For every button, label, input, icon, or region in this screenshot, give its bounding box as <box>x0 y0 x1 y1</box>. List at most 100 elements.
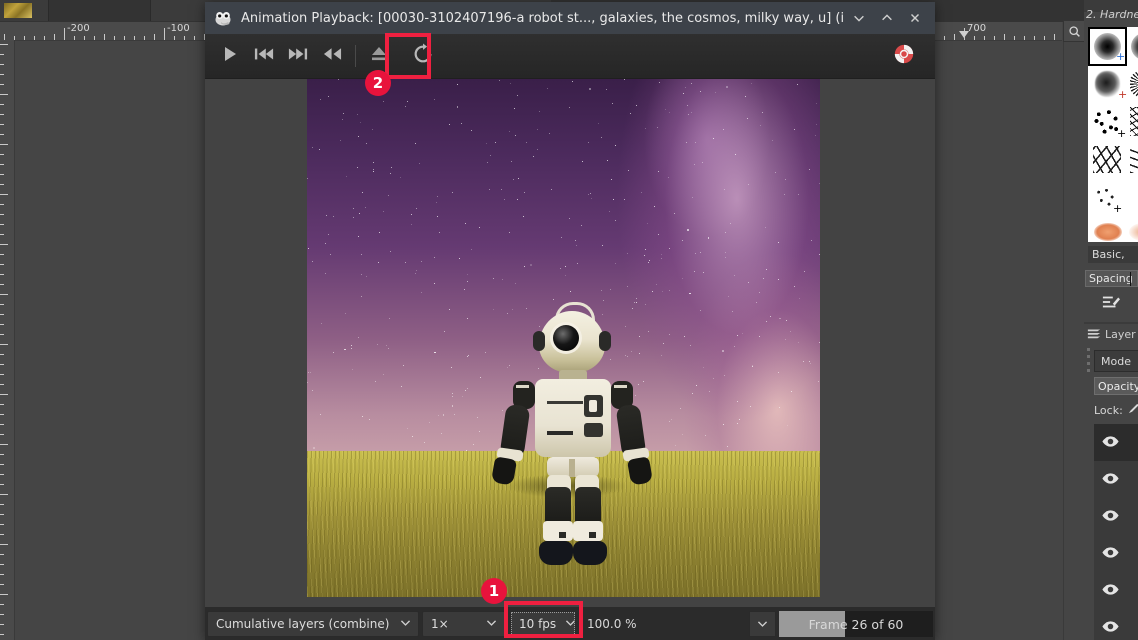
brush-dock-title: 2. Hardne <box>1086 8 1138 21</box>
chevron-up-icon[interactable] <box>873 4 901 32</box>
layer-list[interactable] <box>1094 424 1138 640</box>
speed-select[interactable]: 1× <box>422 611 507 637</box>
ruler-tick <box>954 34 955 40</box>
ruler-tick <box>944 36 945 40</box>
ruler-tick <box>1014 36 1015 40</box>
ruler-tick <box>0 554 4 555</box>
brush-item-color-2[interactable] <box>1127 219 1138 242</box>
eye-icon[interactable] <box>1101 433 1120 452</box>
playback-status-bar: Cumulative layers (combine) 1× 10 fps 10… <box>205 607 935 640</box>
brush-item-texture-2[interactable] <box>1127 67 1138 102</box>
image-tab-thumbnail[interactable] <box>0 0 49 21</box>
blend-mode-select[interactable]: Cumulative layers (combine) <box>207 611 419 637</box>
layer-lock-label: Lock: <box>1094 403 1123 417</box>
animation-playback-window: Animation Playback: [00030-3102407196-a … <box>205 2 935 640</box>
ruler-tick <box>0 214 4 215</box>
layer-lock-row[interactable]: Lock: <box>1094 402 1138 418</box>
layer-row[interactable] <box>1094 609 1138 640</box>
brush-item-grunge-2[interactable] <box>1127 181 1138 216</box>
ruler-tick <box>0 344 8 345</box>
eye-icon[interactable] <box>1101 544 1120 563</box>
step-forward-button[interactable] <box>281 39 315 73</box>
zoom-icon[interactable] <box>1063 20 1085 42</box>
layers-dock-header[interactable]: Layer <box>1086 325 1138 343</box>
eye-icon[interactable] <box>1101 507 1120 526</box>
ruler-tick <box>54 34 55 40</box>
screen: -200 -100 700 2. Hardne + + + + Basic, S… <box>0 0 1138 640</box>
ruler-tick <box>1044 36 1045 40</box>
layer-opacity-slider[interactable]: Opacity <box>1094 377 1138 395</box>
help-button[interactable] <box>887 39 921 73</box>
ruler-tick <box>0 64 4 65</box>
ruler-tick <box>0 444 8 445</box>
annotation-badge-2: 2 <box>365 70 391 96</box>
layer-row[interactable] <box>1094 424 1138 461</box>
spacing-label: Spacing <box>1089 272 1133 285</box>
ruler-tick <box>0 374 4 375</box>
animation-frame-image <box>307 79 820 597</box>
rewind-button[interactable] <box>315 39 349 73</box>
animation-viewport[interactable] <box>205 79 935 607</box>
brush-item-color-1[interactable] <box>1090 219 1125 242</box>
ruler-tick <box>114 36 115 40</box>
layer-row[interactable] <box>1094 535 1138 572</box>
ruler-tick <box>0 204 4 205</box>
ruler-tick <box>0 524 4 525</box>
ruler-tick <box>1054 34 1055 40</box>
layer-row[interactable] <box>1094 461 1138 498</box>
ruler-tick <box>0 124 4 125</box>
layer-row[interactable] <box>1094 498 1138 535</box>
fps-select[interactable]: 10 fps <box>510 611 576 637</box>
brush-lock-icon[interactable] <box>1127 402 1138 418</box>
brush-item-dots-2[interactable] <box>1127 105 1138 140</box>
ruler-tick <box>0 164 4 165</box>
detach-button[interactable] <box>362 39 396 73</box>
ruler-tick <box>0 354 4 355</box>
ruler-tick <box>134 36 135 40</box>
ruler-tick <box>0 174 4 175</box>
eye-icon[interactable] <box>1101 618 1120 637</box>
eye-icon[interactable] <box>1101 581 1120 600</box>
ruler-tick <box>0 594 8 595</box>
ruler-tick <box>0 244 8 245</box>
window-titlebar[interactable]: Animation Playback: [00030-3102407196-a … <box>205 2 935 34</box>
ruler-tick <box>0 564 4 565</box>
layer-row[interactable] <box>1094 572 1138 609</box>
brush-set-label: Basic, <box>1088 246 1138 263</box>
brush-grid[interactable]: + + + + <box>1088 27 1138 242</box>
playback-toolbar <box>205 34 935 79</box>
brush-item-sparks-2[interactable] <box>1127 143 1138 178</box>
step-back-button[interactable] <box>247 39 281 73</box>
ruler-tick <box>0 364 4 365</box>
ruler-label: -100 <box>167 23 190 34</box>
zoom-percent-dropdown[interactable] <box>749 611 776 637</box>
ruler-tick <box>0 404 4 405</box>
ruler-tick <box>0 414 4 415</box>
ruler-tick <box>0 494 8 495</box>
brush-item-hardness-2[interactable] <box>1127 29 1138 64</box>
ruler-tick <box>0 84 4 85</box>
layers-icon <box>1086 325 1102 344</box>
layer-mode-select[interactable]: Mode <box>1094 350 1138 372</box>
zoom-percent-value: 100.0 % <box>587 617 637 631</box>
ruler-tick <box>0 614 4 615</box>
ruler-tick <box>0 384 4 385</box>
close-x-icon[interactable] <box>901 4 929 32</box>
window-controls <box>845 4 929 32</box>
image-thumbnail <box>4 3 32 18</box>
eye-icon[interactable] <box>1101 470 1120 489</box>
window-title: Animation Playback: [00030-3102407196-a … <box>241 10 845 26</box>
zoom-percent-field[interactable]: 100.0 % <box>579 611 746 637</box>
spacing-field[interactable]: Spacing <box>1085 270 1138 287</box>
play-button[interactable] <box>213 39 247 73</box>
ruler-tick <box>34 36 35 40</box>
refresh-button[interactable] <box>406 39 440 73</box>
dock-grip-handle[interactable] <box>1087 348 1091 374</box>
text-cursor <box>1130 272 1131 286</box>
ruler-tick <box>0 484 4 485</box>
ruler-tick <box>994 36 995 40</box>
edit-brush-icon[interactable] <box>1100 292 1122 312</box>
brush-item-sparks-1[interactable] <box>1090 143 1125 178</box>
vertical-ruler[interactable] <box>0 40 15 640</box>
chevron-down-icon[interactable] <box>845 4 873 32</box>
